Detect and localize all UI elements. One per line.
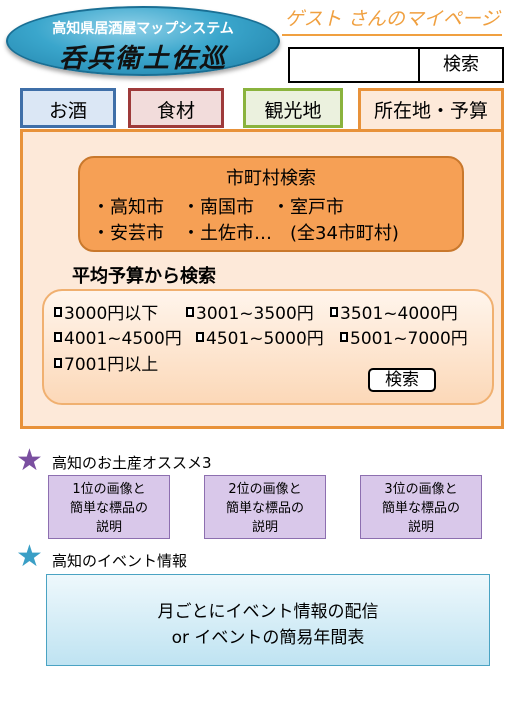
budget-option[interactable]: 4501~5000円 [196, 324, 324, 349]
logo-subtitle: 高知県居酒屋マップシステム [52, 21, 234, 37]
souvenir-section-title: 高知のお土産オススメ3 [52, 454, 212, 472]
budget-search-button[interactable]: 検索 [368, 368, 436, 392]
checkbox[interactable] [186, 306, 194, 317]
tab-sake[interactable]: お酒 [20, 88, 116, 128]
mypage-underline [282, 34, 502, 36]
city-list-row[interactable]: ・安芸市 ・土佐市… (全34市町村) [92, 219, 399, 245]
tab-sightseeing[interactable]: 観光地 [243, 88, 343, 128]
card-text: 1位の画像と [72, 482, 146, 497]
mypage-link[interactable]: ゲスト さんのマイページ [282, 4, 502, 31]
budget-option-label: 7001円以上 [64, 355, 159, 375]
checkbox[interactable] [330, 306, 338, 317]
budget-option-label: 4001~4500円 [64, 329, 182, 349]
event-text: 月ごとにイベント情報の配信 [157, 602, 379, 622]
budget-option-label: 3501~4000円 [340, 304, 458, 324]
budget-option-label: 4501~5000円 [206, 329, 324, 349]
checkbox[interactable] [54, 331, 62, 342]
budget-option[interactable]: 7001円以上 [54, 350, 158, 375]
budget-option[interactable]: 4001~4500円 [54, 324, 182, 349]
event-info-box[interactable]: 月ごとにイベント情報の配信 or イベントの簡易年間表 [46, 574, 490, 666]
tab-location-budget[interactable]: 所在地・予算 [358, 88, 504, 132]
budget-option[interactable]: 3001~3500円 [186, 299, 314, 324]
city-search-title: 市町村検索 [226, 168, 316, 189]
search-input[interactable] [290, 49, 418, 81]
checkbox[interactable] [54, 306, 62, 317]
budget-option[interactable]: 3000円以下 [54, 299, 158, 324]
checkbox[interactable] [340, 331, 348, 342]
checkbox[interactable] [196, 331, 204, 342]
card-text: 簡単な標品の [69, 501, 148, 516]
star-icon: ★ [16, 443, 43, 478]
card-text: 簡単な標品の [381, 501, 460, 516]
search-button[interactable]: 検索 [418, 49, 502, 81]
souvenir-card[interactable]: 2位の画像と 簡単な標品の 説明 [204, 475, 326, 539]
budget-option-label: 3000円以下 [64, 304, 159, 324]
city-list-row[interactable]: ・高知市 ・南国市 ・室戸市 [92, 193, 344, 219]
card-text: 説明 [407, 520, 434, 535]
card-text: 2位の画像と [228, 482, 302, 497]
star-icon: ★ [16, 539, 43, 574]
budget-option[interactable]: 3501~4000円 [330, 299, 458, 324]
checkbox[interactable] [54, 357, 62, 368]
logo-title: 呑兵衛土佐巡 [58, 44, 227, 74]
site-logo[interactable]: 高知県居酒屋マップシステム 呑兵衛土佐巡 [6, 6, 280, 76]
souvenir-card[interactable]: 3位の画像と 簡単な標品の 説明 [360, 475, 482, 539]
budget-option[interactable]: 5001~7000円 [340, 324, 468, 349]
card-text: 3位の画像と [384, 482, 458, 497]
card-text: 簡単な標品の [225, 501, 304, 516]
card-text: 説明 [251, 520, 278, 535]
tab-ingredients[interactable]: 食材 [128, 88, 224, 128]
header-search: 検索 [288, 47, 504, 83]
budget-option-label: 3001~3500円 [196, 304, 314, 324]
event-text: or イベントの簡易年間表 [171, 628, 365, 648]
card-text: 説明 [95, 520, 122, 535]
budget-option-label: 5001~7000円 [350, 329, 468, 349]
event-section-title: 高知のイベント情報 [52, 552, 188, 570]
budget-search-title: 平均予算から検索 [72, 266, 216, 287]
souvenir-card[interactable]: 1位の画像と 簡単な標品の 説明 [48, 475, 170, 539]
